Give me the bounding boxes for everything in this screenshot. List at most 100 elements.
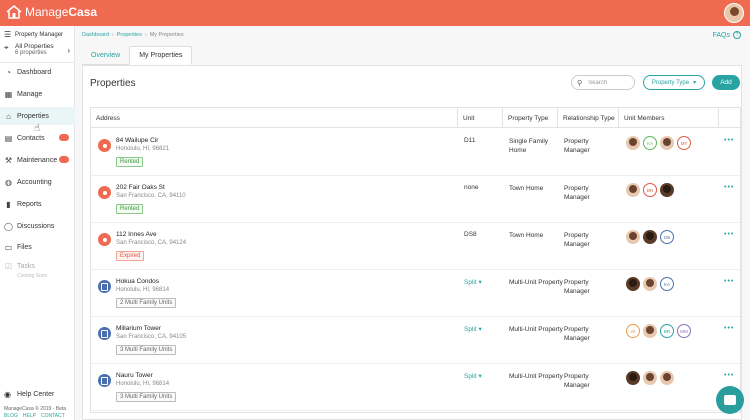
help-center-link[interactable]: ◉ Help Center [4, 390, 54, 399]
table-row[interactable]: 112 Innes Ave San Francisco, CA, 94124 Exp… [91, 223, 740, 270]
sidebar-item-label: Discussions [17, 222, 55, 230]
mouse-cursor-icon: ☝ [34, 123, 41, 134]
property-city: San Francisco, CA, 94110 [116, 193, 186, 199]
avatar[interactable] [660, 183, 674, 197]
sidebar-item-label: Properties [17, 112, 49, 120]
main-content: Dashboard › Properties › My Properties F… [75, 26, 750, 420]
chat-bubble-icon: ◯ [4, 221, 13, 231]
property-name[interactable]: Millarium Tower [116, 325, 161, 332]
breadcrumb-current: My Properties [149, 32, 184, 38]
table-row[interactable]: 202 Fair Oaks St San Francisco, CA, 94110… [91, 176, 740, 223]
avatar[interactable] [660, 136, 674, 150]
search-box[interactable]: ⚲ [571, 75, 635, 90]
all-properties-selector[interactable]: ⌖ All Properties 6 properties › [4, 43, 72, 56]
help-center-label: Help Center [17, 391, 55, 398]
avatar[interactable] [643, 277, 657, 291]
blog-link[interactable]: BLOG [4, 413, 18, 419]
logo-text-bold: Casa [68, 5, 98, 19]
avatar[interactable]: JR [626, 324, 640, 338]
chat-widget-button[interactable] [716, 386, 744, 414]
unit-cell[interactable]: Split ▾ [464, 372, 482, 380]
wrench-icon: ⚒ [4, 155, 13, 165]
property-name[interactable]: 112 Innes Ave [116, 231, 157, 238]
breadcrumb-properties[interactable]: Properties [117, 32, 142, 38]
avatar[interactable] [626, 136, 640, 150]
property-name[interactable]: 202 Fair Oaks St [116, 184, 165, 191]
more-options-icon[interactable]: ••• [724, 325, 734, 332]
help-link[interactable]: HELP [23, 413, 36, 419]
avatar[interactable] [660, 371, 674, 385]
avatar[interactable] [643, 371, 657, 385]
header-relationship-type[interactable]: Relationship Type [558, 108, 619, 128]
unit-value: DS8 [464, 231, 477, 238]
avatar[interactable]: KA [643, 136, 657, 150]
avatar[interactable] [626, 230, 640, 244]
more-options-icon[interactable]: ••• [724, 137, 734, 144]
header-unit-members[interactable]: Unit Members [619, 108, 719, 128]
property-type-cell: Multi-Unit Property [509, 326, 563, 333]
contact-link[interactable]: CONTACT [41, 413, 65, 419]
property-type-cell: Multi-Unit Property [509, 373, 563, 380]
sidebar-item-maintenance[interactable]: ⚒ Maintenance [0, 151, 75, 169]
property-type-cell: Town Home [509, 185, 544, 192]
avatar[interactable]: MM [677, 324, 691, 338]
sidebar-item-reports[interactable]: ▮ Reports [0, 195, 75, 213]
avatar[interactable] [643, 324, 657, 338]
sidebar-item-label: Contacts [17, 134, 45, 142]
unit-members: GB [626, 230, 674, 244]
property-type-dropdown[interactable]: Property Type ▾ [643, 75, 705, 90]
table-row[interactable]: Millarium Tower San Francisco, CA, 94105 3… [91, 317, 740, 364]
more-options-icon[interactable]: ••• [724, 372, 734, 379]
property-name[interactable]: 84 Wailupe Cir [116, 137, 158, 144]
table-row[interactable]: Nauru Tower Honolulu, HI, 96814 3 Multi Fa… [91, 364, 740, 411]
avatar[interactable]: MT [677, 136, 691, 150]
relationship-type-cell: Property Manager [564, 138, 590, 154]
sidebar-item-files[interactable]: ▭ Files [0, 238, 75, 256]
more-options-icon[interactable]: ••• [724, 184, 734, 191]
unit-members: BR [626, 183, 674, 197]
add-button[interactable]: Add [712, 75, 740, 90]
checklist-icon: ☑ [4, 261, 13, 271]
more-options-icon[interactable]: ••• [724, 231, 734, 238]
search-input[interactable] [588, 79, 629, 86]
header-property-type[interactable]: Property Type [503, 108, 558, 128]
role-label: Property Manager [15, 31, 64, 38]
table-row[interactable]: Hokua Condos Honolulu, HI, 96814 2 Multi F… [91, 270, 740, 317]
sidebar-item-dashboard[interactable]: ◔ Dashboard [0, 63, 75, 81]
relationship-type-cell: Property Manager [564, 185, 590, 201]
avatar[interactable] [643, 230, 657, 244]
help-circle-icon: ◉ [4, 390, 11, 399]
header-address[interactable]: Address [91, 108, 458, 128]
avatar[interactable]: BR [643, 183, 657, 197]
avatar[interactable]: BR [660, 324, 674, 338]
user-avatar[interactable] [724, 3, 744, 23]
building-icon [98, 374, 111, 387]
avatar[interactable]: KA [660, 277, 674, 291]
sidebar-item-accounting[interactable]: ◍ Accounting [0, 173, 75, 191]
avatar[interactable]: GB [660, 230, 674, 244]
more-options-icon[interactable]: ••• [724, 278, 734, 285]
tab-overview[interactable]: Overview [82, 46, 130, 65]
role-switcher[interactable]: ☰ Property Manager [4, 30, 63, 39]
table-row[interactable]: 84 Wailupe Cir Honolulu, HI, 96821 Rented D… [91, 129, 740, 176]
location-pin-icon [98, 233, 111, 246]
faqs-link[interactable]: FAQs ? [712, 31, 741, 39]
unit-cell[interactable]: Split ▾ [464, 325, 482, 333]
header-unit[interactable]: Unit [458, 108, 503, 128]
avatar[interactable] [626, 371, 640, 385]
property-city: San Francisco, CA, 94124 [116, 240, 187, 246]
avatar[interactable] [626, 277, 640, 291]
unit-cell[interactable]: Split ▾ [464, 278, 482, 286]
sidebar-item-discussions[interactable]: ◯ Discussions [0, 217, 75, 235]
property-name[interactable]: Nauru Tower [116, 372, 153, 379]
building-icon [98, 327, 111, 340]
dollar-icon: ◍ [5, 177, 12, 187]
maintenance-badge [59, 156, 69, 163]
unit-cell: none [464, 184, 478, 191]
tab-my-properties[interactable]: My Properties [129, 46, 193, 65]
logo[interactable]: Manage Casa [6, 5, 97, 19]
breadcrumb-dashboard[interactable]: Dashboard [82, 32, 109, 38]
sidebar-item-manage[interactable]: ▦ Manage [0, 85, 75, 103]
property-name[interactable]: Hokua Condos [116, 278, 159, 285]
avatar[interactable] [626, 183, 640, 197]
